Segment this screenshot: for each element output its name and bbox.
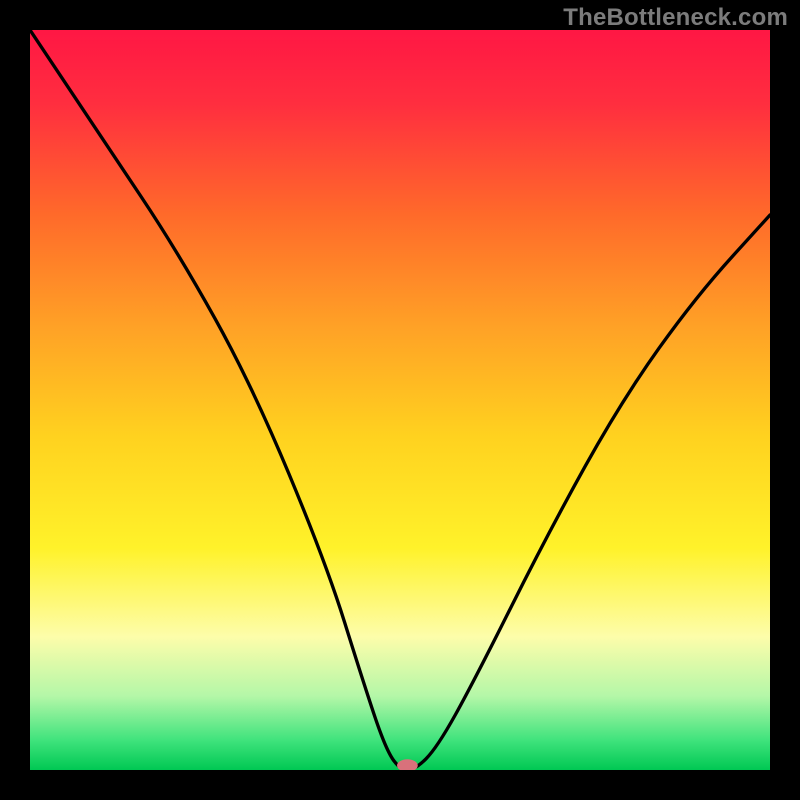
gradient-background [30, 30, 770, 770]
watermark-text: TheBottleneck.com [563, 4, 788, 32]
bottleneck-chart [30, 30, 770, 770]
chart-frame: TheBottleneck.com [0, 0, 800, 800]
